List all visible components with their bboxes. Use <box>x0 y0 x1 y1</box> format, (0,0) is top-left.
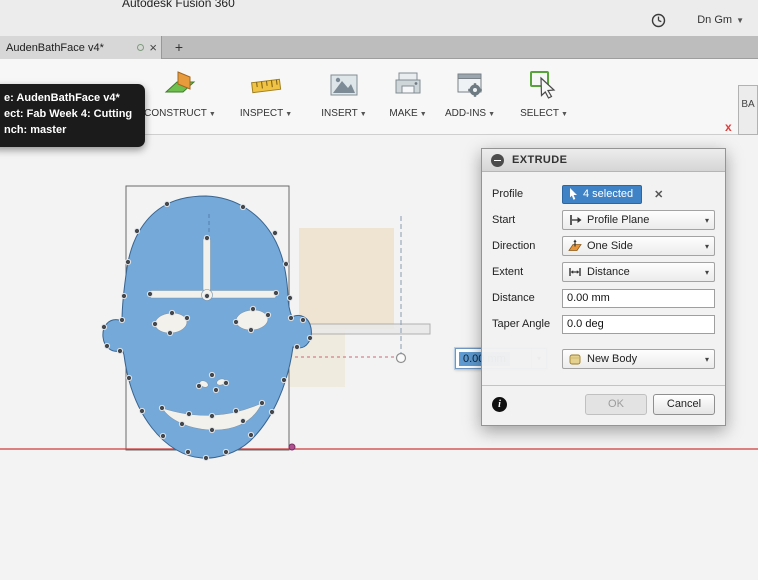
new-body-icon <box>569 354 581 365</box>
app-title: Autodesk Fusion 360 <box>122 0 235 10</box>
row-start: Start Profile Plane ▾ <box>492 207 715 233</box>
chevron-down-icon: ▼ <box>208 111 216 118</box>
chevron-down-icon: ▼ <box>736 16 744 25</box>
construct-icon <box>164 71 196 93</box>
tab-audenbathface[interactable]: AudenBathFace v4* × <box>0 36 162 59</box>
distance-icon <box>569 268 581 276</box>
tab-status-icon <box>137 44 145 51</box>
chevron-down-icon: ▼ <box>419 111 427 118</box>
tooltip-line-branch: nch: master <box>4 123 67 136</box>
construction-region <box>299 228 394 329</box>
clock-icon[interactable] <box>651 13 666 33</box>
info-icon[interactable]: i <box>492 397 507 412</box>
toolbar-inspect-label: INSPECT ▼ <box>239 108 293 119</box>
distance-label: Distance <box>492 292 535 304</box>
extent-label: Extent <box>492 266 524 278</box>
taper-angle-input[interactable] <box>562 314 715 334</box>
toolbar-construct[interactable]: CONSTRUCT ▼ <box>144 63 216 131</box>
chevron-down-icon: ▼ <box>359 111 367 118</box>
collapse-icon[interactable] <box>491 153 504 167</box>
ok-button[interactable]: OK <box>585 394 647 415</box>
chevron-down-icon: ▼ <box>488 111 496 118</box>
operation-dropdown[interactable]: New Body ▾ <box>562 349 715 369</box>
insert-icon <box>330 74 358 96</box>
toolbar-select[interactable]: SELECT ▼ <box>508 63 580 131</box>
app-window: Autodesk Fusion 360 Dn Gm ▼ AudenBathFace… <box>0 0 758 580</box>
cursor-icon <box>570 188 577 200</box>
direction-label: Direction <box>492 240 536 252</box>
tab-label: AudenBathFace v4* <box>6 41 104 54</box>
toolbar-inspect[interactable]: INSPECT ▼ <box>230 63 302 131</box>
slot-bar <box>292 323 431 335</box>
toolbar-add-ins-label: ADD-INS ▼ <box>444 108 496 119</box>
make-icon <box>395 72 421 94</box>
row-taper: Taper Angle <box>492 311 715 337</box>
axis-x-label: x <box>725 120 732 134</box>
chevron-down-icon: ▾ <box>704 241 709 251</box>
toolbar-insert-label: INSERT ▼ <box>321 108 367 119</box>
new-tab-button[interactable]: + <box>168 36 190 59</box>
extrude-manipulator-handle[interactable] <box>395 352 407 364</box>
user-menu[interactable]: Dn Gm ▼ <box>697 14 744 26</box>
toolbar-insert[interactable]: INSERT ▼ <box>308 63 380 131</box>
toolbar-construct-label: CONSTRUCT ▼ <box>144 108 216 119</box>
toolbar-select-label: SELECT ▼ <box>520 108 568 119</box>
user-menu-label: Dn Gm <box>697 14 733 26</box>
dialog-header[interactable]: EXTRUDE <box>482 149 725 172</box>
chevron-down-icon: ▾ <box>704 267 709 277</box>
document-info-tooltip: e: AudenBathFace v4* ect: Fab Week 4: Cu… <box>0 84 146 147</box>
chevron-down-icon: ▼ <box>285 111 293 118</box>
title-bar: Autodesk Fusion 360 Dn Gm ▼ <box>0 0 758 36</box>
select-icon <box>530 71 556 99</box>
chevron-down-icon: ▼ <box>560 111 568 118</box>
tab-close-icon[interactable]: × <box>149 41 157 54</box>
cancel-button[interactable]: Cancel <box>653 394 715 415</box>
one-side-icon <box>568 239 582 251</box>
row-extent: Extent Distance ▾ <box>492 259 715 285</box>
add-ins-icon <box>457 73 482 97</box>
dialog-title: EXTRUDE <box>512 154 568 166</box>
extrude-dialog: EXTRUDE Profile 4 selected ✕ Start Profi… <box>481 148 726 426</box>
chevron-down-icon: ▾ <box>704 354 709 364</box>
distance-input[interactable] <box>562 288 715 308</box>
clear-selection-icon[interactable]: ✕ <box>654 188 663 201</box>
profile-plane-icon <box>570 215 582 225</box>
row-operation: New Body ▾ <box>492 346 715 372</box>
start-label: Start <box>492 214 516 226</box>
tooltip-line-project: ect: Fab Week 4: Cutting <box>4 107 133 120</box>
start-dropdown[interactable]: Profile Plane ▾ <box>562 210 715 230</box>
document-tab-bar: AudenBathFace v4* × + <box>0 36 758 59</box>
direction-dropdown[interactable]: One Side ▾ <box>562 236 715 256</box>
tooltip-line-name: e: AudenBathFace v4* <box>4 92 120 104</box>
profile-label: Profile <box>492 188 524 200</box>
row-profile: Profile 4 selected ✕ <box>492 181 715 207</box>
row-distance: Distance <box>492 285 715 311</box>
toolbar-add-ins[interactable]: ADD-INS ▼ <box>434 63 506 131</box>
dialog-footer: i OK Cancel <box>482 385 725 425</box>
profile-selection-chip[interactable]: 4 selected <box>562 184 643 204</box>
row-direction: Direction One Side ▾ <box>492 233 715 259</box>
selected-sketch-point[interactable] <box>288 443 296 451</box>
extent-dropdown[interactable]: Distance ▾ <box>562 262 715 282</box>
side-panel-fragment[interactable]: BA <box>738 85 758 135</box>
inspect-icon <box>251 78 282 94</box>
toolbar-make-label: MAKE ▼ <box>389 108 427 119</box>
taper-angle-label: Taper Angle <box>492 318 551 330</box>
chevron-down-icon: ▾ <box>704 215 709 225</box>
